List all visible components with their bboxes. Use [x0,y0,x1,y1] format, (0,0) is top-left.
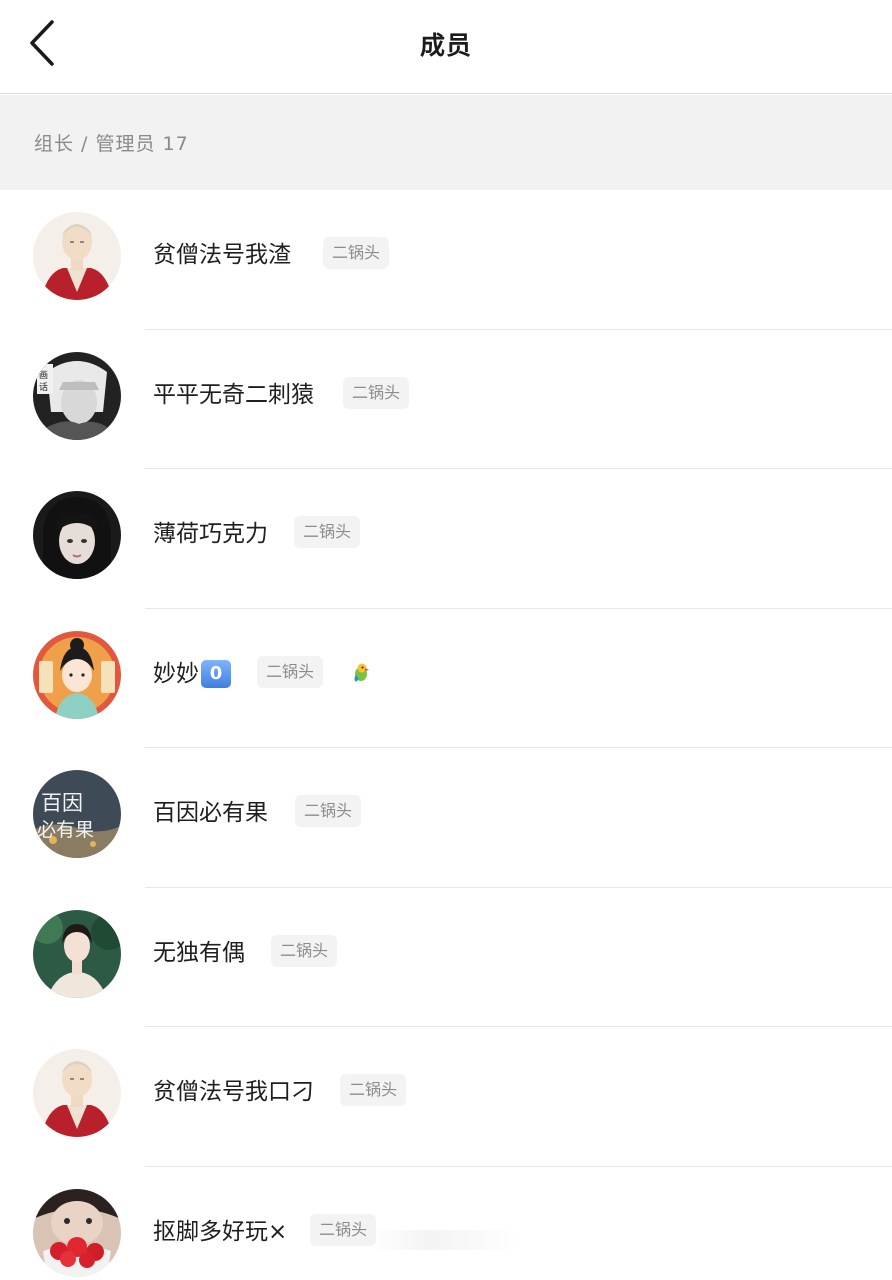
member-row[interactable]: 贫僧法号我口刁 二锅头 [0,1027,892,1167]
avatar-text: 百因 [41,791,83,815]
member-name: 百因必有果 [153,800,268,826]
member-row[interactable]: 画 话 平平无奇二刺猿 二锅头 [0,330,892,469]
role-badge: 二锅头 [310,1213,377,1246]
member-row[interactable]: 百因 必有果 百因必有果 二锅头 [0,748,892,888]
role-badge: 二锅头 [294,516,361,548]
role-badge: 二锅头 [323,237,390,269]
member-row[interactable]: 贫僧法号我渣 二锅头 [0,190,892,330]
avatar[interactable] [33,1188,121,1277]
parrot-icon [354,663,369,682]
role-badge: 二锅头 [343,376,410,409]
member-name: 平平无奇二刺猿 [153,381,314,408]
avatar[interactable] [33,1049,121,1137]
avatar[interactable]: 百因 必有果 [33,770,121,858]
member-name: 抠脚多好玩× [153,1218,288,1245]
role-badge: 二锅头 [295,795,362,827]
member-name: 贫僧法号我口刁 [153,1079,314,1105]
member-row[interactable]: 无独有偶 二锅头 [0,888,892,1027]
avatar[interactable] [33,909,121,998]
member-row[interactable]: 妙妙 0 二锅头 [0,609,892,748]
svg-text:话: 话 [39,381,48,393]
keycap-emoji: 0 [201,659,231,688]
avatar-text: 必有果 [37,819,94,841]
role-badge: 二锅头 [257,655,324,688]
member-name: 妙妙 0 [153,654,231,688]
page-title: 成员 [419,31,472,60]
member-list: 贫僧法号我渣 二锅头 画 话 平平无奇二刺猿 二锅头 薄荷巧克力 二锅头 妙妙 … [0,190,892,1280]
avatar[interactable] [33,630,121,719]
svg-text:画: 画 [39,370,48,381]
top-bar: 成员 [0,0,892,94]
member-name: 薄荷巧克力 [153,521,268,547]
avatar[interactable] [33,491,121,579]
section-label: 组长 / 管理员 17 [34,133,189,155]
member-name: 贫僧法号我渣 [153,242,291,268]
avatar[interactable] [33,212,121,300]
avatar[interactable]: 画 话 [33,351,121,440]
role-badge: 二锅头 [271,934,338,967]
role-badge: 二锅头 [340,1074,407,1106]
member-row[interactable]: 薄荷巧克力 二锅头 [0,469,892,609]
member-row[interactable]: 抠脚多好玩× 二锅头 [0,1167,892,1280]
watermark-fade [370,1230,520,1250]
member-name: 无独有偶 [153,939,245,966]
